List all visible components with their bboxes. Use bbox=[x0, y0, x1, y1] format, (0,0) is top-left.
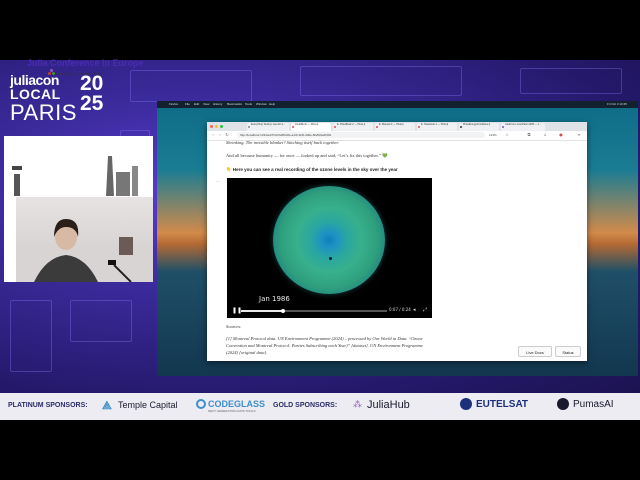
banner-title: Julia Conference in Europe bbox=[27, 58, 144, 68]
extensions-icon[interactable]: ⧉ bbox=[527, 133, 531, 137]
browser-tab[interactable]: E. Manual 4 — Pluto.jl bbox=[375, 123, 415, 131]
browser-tab[interactable]: E. Notebook 4 — Pluto.jl bbox=[417, 123, 457, 131]
speaker-camera bbox=[16, 197, 153, 282]
browser-tab-active[interactable]: CodeBurst — Pluto.jl bbox=[291, 123, 331, 131]
circuit-trace bbox=[130, 70, 252, 102]
menu-edit[interactable]: Edit bbox=[194, 102, 199, 106]
tab-label: JuliaCon Local Paris 2025 — J... bbox=[505, 123, 542, 126]
sponsor-eutelsat: EUTELSAT bbox=[476, 399, 529, 410]
notebook-text-line: Shrinking. The invisible blanket? Stitch… bbox=[226, 140, 339, 145]
cell-gutter-handle[interactable]: ⋯ bbox=[216, 179, 220, 184]
browser-tab[interactable]: JuliaCon Local Paris 2025 — J... bbox=[501, 123, 545, 131]
bookmark-star-icon[interactable]: ☆ bbox=[505, 133, 509, 137]
sponsor-codeglass: CODEGLASS bbox=[208, 399, 266, 409]
close-window-icon[interactable] bbox=[210, 125, 213, 128]
menu-history[interactable]: History bbox=[213, 102, 222, 106]
codeglass-tagline: NEXT GENERATION DATA TOOLS bbox=[208, 409, 256, 413]
source-line: [1] Montreal Protocol data. UN Environme… bbox=[226, 336, 423, 341]
tab-label: PlutoEnergyArmsRace.jl bbox=[463, 123, 491, 126]
tab-favicon-icon bbox=[248, 126, 250, 128]
url-bar[interactable]: http://localhost:1234/edit?id=0a5f0c8e-a… bbox=[237, 132, 485, 138]
sponsor-juliahub: JuliaHub bbox=[367, 399, 410, 411]
video-progress-track[interactable] bbox=[241, 309, 387, 313]
temple-capital-logo-icon: ⟁ bbox=[102, 399, 112, 412]
back-icon[interactable]: ‹ bbox=[211, 133, 215, 137]
tab-favicon-icon bbox=[376, 126, 378, 128]
menu-bookmarks[interactable]: Bookmarks bbox=[227, 102, 242, 106]
tab-label: E. Manual 4 — Pluto.jl bbox=[379, 123, 404, 126]
browser-tab[interactable]: PlutoEnergyArmsRace.jl bbox=[459, 123, 499, 131]
forward-icon[interactable]: › bbox=[218, 133, 222, 137]
tab-label: E. Notebook 4 — Pluto.jl bbox=[421, 123, 449, 126]
platinum-sponsors-label: PLATINUM SPONSORS: bbox=[8, 402, 88, 409]
minimize-window-icon[interactable] bbox=[215, 125, 218, 128]
video-progress-knob[interactable] bbox=[281, 309, 286, 313]
menu-app-firefox[interactable]: Firefox bbox=[169, 102, 178, 106]
notebook-text-line: And all because humanity — for once — lo… bbox=[226, 153, 388, 158]
source-line: (2024) [original data]. bbox=[226, 350, 268, 355]
menu-window[interactable]: Window bbox=[256, 102, 267, 106]
sponsor-temple-capital: Temple Capital bbox=[118, 400, 178, 410]
menu-view[interactable]: View bbox=[203, 102, 209, 106]
eutelsat-logo-icon bbox=[460, 398, 472, 410]
reload-icon[interactable]: ↻ bbox=[225, 133, 229, 137]
menu-tools[interactable]: Tools bbox=[245, 102, 252, 106]
circuit-trace bbox=[520, 68, 622, 94]
menu-file[interactable]: File bbox=[185, 102, 190, 106]
codeglass-logo-icon bbox=[196, 399, 206, 409]
tab-label: Everything Testing: Launch a... bbox=[251, 123, 286, 126]
browser-tab[interactable]: E. PlutoBook 2 — Pluto.jl bbox=[333, 123, 373, 131]
juliacon-logo: juliacon LOCAL PARIS 20 25 bbox=[10, 69, 114, 128]
speaker-banner bbox=[4, 136, 153, 196]
tab-favicon-icon bbox=[460, 126, 462, 128]
pumasai-logo-icon bbox=[557, 398, 569, 410]
letterbox-top bbox=[0, 0, 640, 60]
logo-year-top: 20 bbox=[80, 72, 104, 95]
circuit-trace bbox=[70, 300, 132, 342]
browser-tab[interactable]: Everything Testing: Launch a... bbox=[247, 123, 289, 131]
profile-icon[interactable]: ● bbox=[559, 133, 563, 137]
ozone-video-player[interactable]: Jan 1986 ❚❚ 0:07 / 0:24 ◂ ⤢ bbox=[227, 178, 432, 318]
video-progress-fill bbox=[241, 310, 284, 312]
live-docs-label: Live Docs bbox=[526, 350, 544, 355]
menubar-clock: Fri Oct 3 13:45 bbox=[607, 102, 627, 106]
zoom-level[interactable]: 133% bbox=[489, 133, 497, 137]
paris-skyline-icon bbox=[12, 156, 138, 196]
tab-label: E. PlutoBook 2 — Pluto.jl bbox=[337, 123, 365, 126]
video-date-overlay: Jan 1986 bbox=[259, 295, 290, 303]
speaker-video-icon bbox=[16, 219, 153, 282]
tab-label: CodeBurst — Pluto.jl bbox=[295, 123, 319, 126]
globe-pole-marker bbox=[329, 257, 332, 260]
logo-year-bottom: 25 bbox=[80, 92, 104, 115]
source-line: Convention and Montreal Protocol: Partie… bbox=[226, 343, 423, 348]
gold-sponsors-label: GOLD SPONSORS: bbox=[273, 402, 338, 409]
fullscreen-icon[interactable]: ⤢ bbox=[423, 307, 427, 313]
circuit-trace bbox=[300, 66, 462, 96]
logo-paris: PARIS bbox=[10, 100, 77, 125]
sponsor-pumasai: PumasAI bbox=[573, 399, 614, 410]
letterbox-bottom bbox=[0, 420, 640, 480]
menu-help[interactable]: Help bbox=[269, 102, 275, 106]
live-docs-button[interactable]: Live Docs bbox=[518, 346, 552, 357]
status-label: Status bbox=[562, 350, 574, 355]
tab-strip: Everything Testing: Launch a... CodeBurs… bbox=[207, 122, 587, 131]
os-menubar: Firefox File Edit View History Bookmarks… bbox=[157, 101, 638, 108]
ozone-globe-frame bbox=[273, 186, 385, 294]
volume-icon[interactable]: ◂ bbox=[413, 307, 416, 313]
maximize-window-icon[interactable] bbox=[220, 125, 223, 128]
sources-label: Sources: bbox=[226, 324, 242, 329]
video-time: 0:07 / 0:24 bbox=[389, 307, 411, 312]
tab-favicon-icon bbox=[502, 126, 504, 128]
menu-icon[interactable]: ≡ bbox=[577, 133, 581, 137]
tab-favicon-icon bbox=[334, 126, 336, 128]
downloads-icon[interactable]: ↓ bbox=[543, 133, 547, 137]
tab-favicon-icon bbox=[418, 126, 420, 128]
notebook-heading: 👇 Here you can see a real recording of t… bbox=[226, 167, 398, 172]
juliahub-logo-icon: ⁂ bbox=[353, 400, 362, 410]
banner-subtitle: October 2-3, 2025 • CNAM bbox=[55, 71, 103, 76]
status-button[interactable]: Status bbox=[555, 346, 581, 357]
tab-favicon-icon bbox=[292, 126, 294, 128]
circuit-trace bbox=[10, 300, 52, 372]
